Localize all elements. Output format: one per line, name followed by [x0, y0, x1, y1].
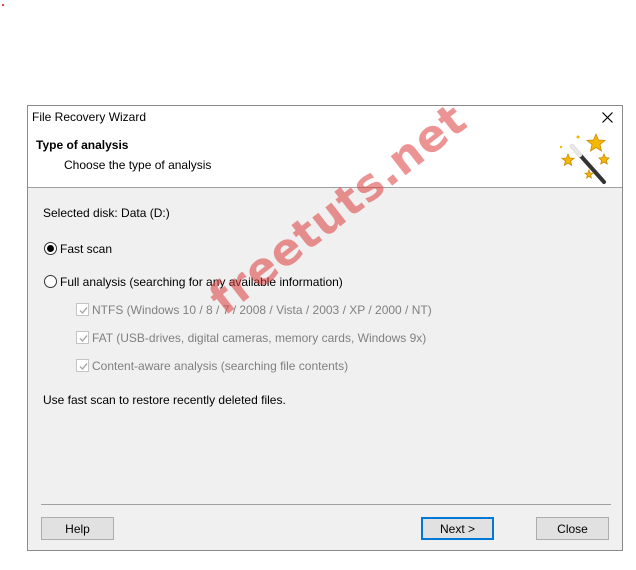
checkmark-icon — [79, 363, 88, 371]
title-bar: File Recovery Wizard — [28, 106, 622, 128]
checkmark-icon — [79, 335, 88, 343]
file-recovery-wizard-dialog: File Recovery Wizard Type of analysis Ch… — [27, 105, 623, 551]
close-button[interactable]: Close — [536, 517, 609, 540]
content-aware-checkbox[interactable] — [76, 359, 89, 372]
fast-scan-label[interactable]: Fast scan — [60, 242, 112, 256]
checkmark-icon — [79, 307, 88, 315]
stray-pixel — [2, 4, 4, 6]
wizard-content: Selected disk: Data (D:) Fast scan Full … — [28, 189, 622, 504]
fast-scan-radio[interactable] — [44, 242, 57, 255]
ntfs-checkbox[interactable] — [76, 303, 89, 316]
close-window-button[interactable] — [592, 106, 622, 128]
full-analysis-label[interactable]: Full analysis (searching for any availab… — [60, 275, 343, 289]
fat-label: FAT (USB-drives, digital cameras, memory… — [92, 331, 427, 345]
fat-checkbox[interactable] — [76, 331, 89, 344]
selected-disk-label: Selected disk: Data (D:) — [43, 206, 170, 220]
header-subtitle: Choose the type of analysis — [64, 158, 212, 172]
full-analysis-radio[interactable] — [44, 275, 57, 288]
header-title: Type of analysis — [36, 138, 129, 152]
help-button[interactable]: Help — [41, 517, 114, 540]
button-separator — [41, 504, 611, 505]
close-icon — [601, 111, 613, 123]
ntfs-label: NTFS (Windows 10 / 8 / 7 / 2008 / Vista … — [92, 303, 432, 317]
content-aware-label: Content-aware analysis (searching file c… — [92, 359, 349, 373]
wizard-header: Type of analysis Choose the type of anal… — [28, 128, 622, 188]
magic-wand-icon — [559, 132, 610, 184]
next-button[interactable]: Next > — [421, 517, 494, 540]
hint-text: Use fast scan to restore recently delete… — [43, 393, 286, 407]
window-title: File Recovery Wizard — [32, 110, 147, 124]
